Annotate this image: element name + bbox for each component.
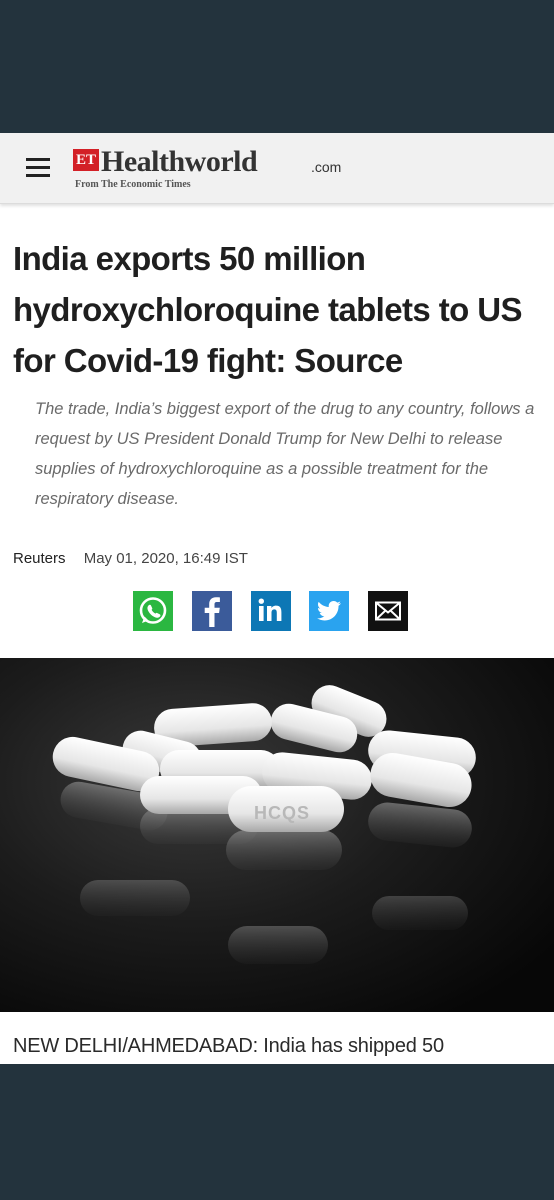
facebook-share-button[interactable] — [192, 591, 232, 631]
whatsapp-icon — [139, 597, 167, 624]
article-date: May 01, 2020, 16:49 IST — [83, 550, 248, 567]
pill-imprint: HCQS — [254, 803, 310, 823]
email-share-button[interactable] — [368, 591, 408, 631]
article-headline: India exports 50 million hydroxychloroqu… — [13, 240, 522, 379]
article-meta: Reuters May 01, 2020, 16:49 IST — [13, 550, 248, 567]
hamburger-menu-icon[interactable] — [26, 158, 50, 178]
article-page: ET Healthworld .com From The Economic Ti… — [0, 133, 554, 1064]
logo-domain: .com — [311, 159, 342, 175]
facebook-icon — [204, 597, 220, 627]
article-lede: NEW DELHI/AHMEDABAD: India has shipped 5… — [13, 1035, 444, 1057]
site-logo[interactable]: ET Healthworld .com From The Economic Ti… — [73, 145, 373, 195]
email-icon — [375, 601, 401, 621]
whatsapp-share-button[interactable] — [133, 591, 173, 631]
linkedin-icon — [258, 598, 282, 621]
et-logo-badge: ET — [73, 149, 99, 171]
twitter-icon — [317, 601, 341, 621]
logo-wordmark: Healthworld — [101, 145, 258, 178]
article-source[interactable]: Reuters — [13, 550, 66, 567]
article-summary: The trade, India’s biggest export of the… — [35, 400, 535, 508]
hydroxychloroquine-tablets-photo: HCQS — [0, 658, 554, 1012]
logo-tagline: From The Economic Times — [75, 179, 191, 190]
tablets-illustration: HCQS — [0, 658, 554, 1012]
linkedin-share-button[interactable] — [251, 591, 291, 631]
twitter-share-button[interactable] — [309, 591, 349, 631]
top-app-bar: ET Healthworld .com From The Economic Ti… — [0, 133, 554, 204]
